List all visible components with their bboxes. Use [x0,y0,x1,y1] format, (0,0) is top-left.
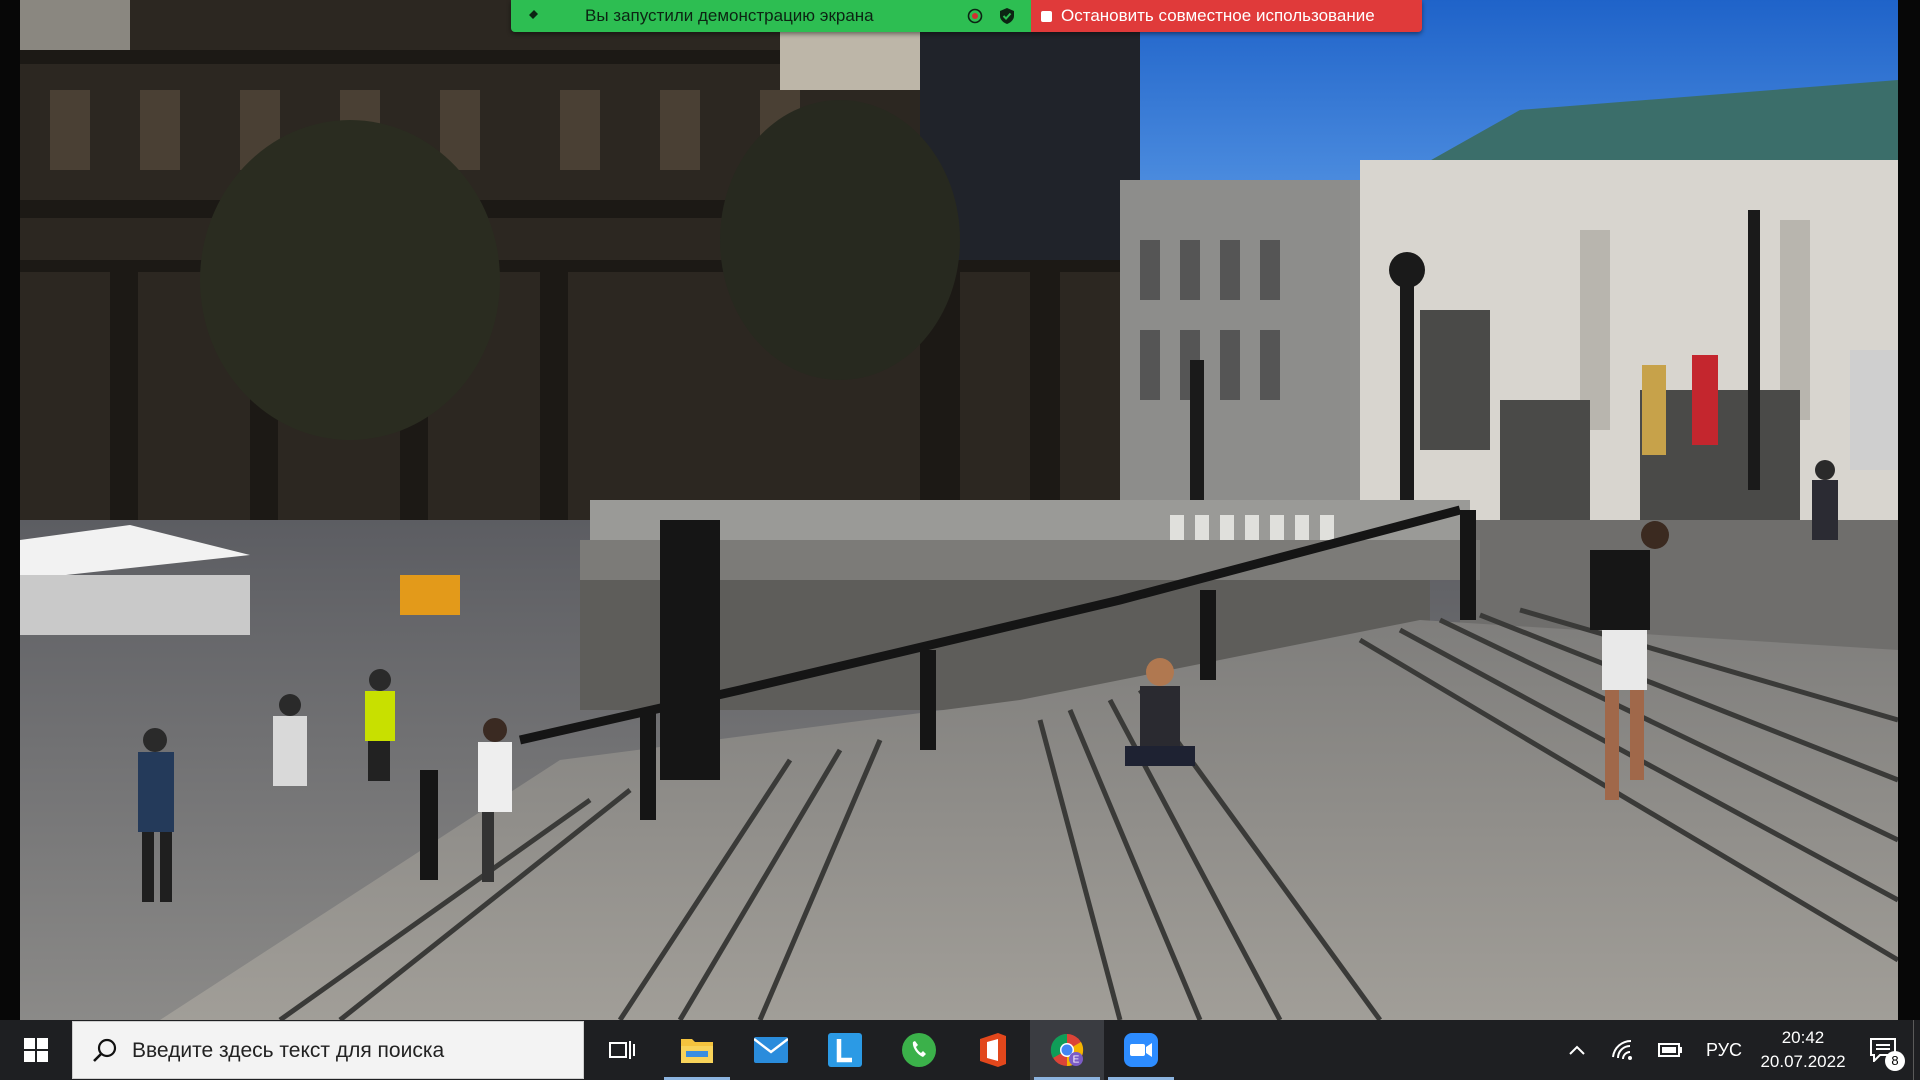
taskbar-app-file-explorer[interactable] [660,1020,734,1080]
start-button[interactable] [0,1020,72,1080]
taskbar-app-chrome[interactable]: E [1030,1020,1104,1080]
svg-text:E: E [1073,1055,1080,1066]
stop-square-icon [1041,10,1052,22]
system-tray: РУС 20:42 20.07.2022 8 [1555,1020,1920,1080]
taskbar-app-office[interactable] [956,1020,1030,1080]
taskbar-search-box[interactable]: Введите здесь текст для поиска [72,1021,584,1079]
folder-icon [681,1039,713,1063]
mail-icon [754,1037,788,1063]
language-indicator[interactable]: РУС [1695,1020,1753,1080]
task-view-icon [609,1041,635,1059]
chevron-up-icon [1569,1045,1585,1055]
clock[interactable]: 20:42 20.07.2022 [1753,1020,1853,1080]
wifi-icon [1612,1039,1632,1060]
action-center-button[interactable]: 8 [1853,1020,1913,1080]
clock-time: 20:42 [1781,1028,1825,1047]
clock-date: 20.07.2022 [1760,1052,1846,1071]
show-desktop-button[interactable] [1913,1020,1920,1080]
phone-icon [902,1033,936,1067]
windows-taskbar: Введите здесь текст для поиска E РУС 20:… [0,1020,1920,1080]
search-placeholder: Введите здесь текст для поиска [132,1039,445,1062]
shield-check-icon [999,7,1015,30]
battery-icon [1658,1043,1682,1057]
l-letter-icon [828,1033,862,1067]
battery-button[interactable] [1647,1020,1695,1080]
show-hidden-icons-button[interactable] [1555,1020,1599,1080]
network-button[interactable] [1599,1020,1647,1080]
sharing-status-bar[interactable]: Вы запустили демонстрацию экрана [511,0,1031,32]
taskbar-app-phone[interactable] [882,1020,956,1080]
zoom-camera-icon [1124,1033,1158,1067]
stop-share-label: Остановить совместное использование [1061,6,1375,25]
screen-edge-left [0,0,20,1020]
shared-screen-video [20,0,1898,1020]
taskbar-app-l[interactable] [808,1020,882,1080]
pin-icon[interactable] [523,7,541,30]
chrome-icon: E [1050,1033,1084,1067]
trafalgar-square-scene [20,0,1898,1020]
task-view-button[interactable] [584,1020,660,1080]
search-icon [91,1037,119,1070]
sharing-status-text: Вы запустили демонстрацию экрана [585,6,874,25]
taskbar-app-zoom[interactable] [1104,1020,1178,1080]
windows-logo-icon [24,1038,48,1062]
screen-edge-right [1898,0,1920,1020]
notification-count-badge: 8 [1885,1051,1905,1071]
record-icon [967,8,983,29]
screen-share-toolbar: Вы запустили демонстрацию экрана Останов… [511,0,1422,32]
office-icon [980,1033,1006,1067]
stop-share-button[interactable]: Остановить совместное использование [1031,0,1422,32]
taskbar-app-mail[interactable] [734,1020,808,1080]
